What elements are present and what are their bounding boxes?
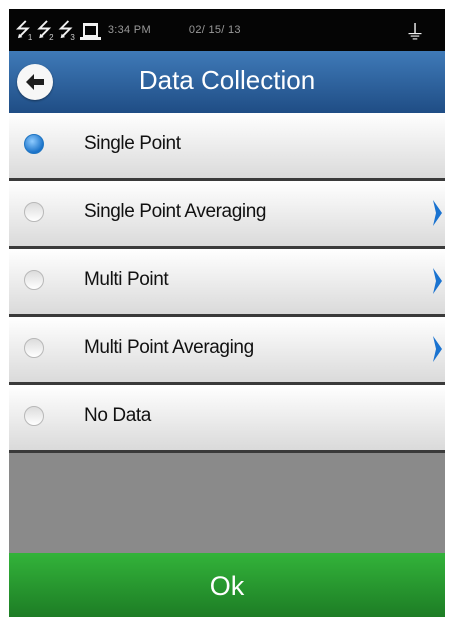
radio-button[interactable]: [24, 406, 44, 426]
ok-label: Ok: [209, 571, 245, 601]
option-list: Single Point Single Point Averaging Mult…: [9, 113, 445, 453]
probe-icon: ⏚: [405, 19, 425, 44]
radio-button[interactable]: [24, 338, 44, 358]
radio-button[interactable]: [24, 270, 44, 290]
status-date: 02/ 15/ 13: [188, 24, 241, 36]
option-label: No Data: [84, 405, 151, 426]
usb-icon: ⭍ 3: [57, 18, 75, 42]
printer-icon: [79, 23, 101, 40]
radio-button[interactable]: [24, 202, 44, 222]
option-no-data[interactable]: No Data: [9, 385, 445, 453]
usb-icon: ⭍ 2: [36, 18, 54, 42]
option-label: Single Point: [84, 133, 181, 154]
option-single-point[interactable]: Single Point: [9, 113, 445, 181]
chevron-right-icon[interactable]: [431, 335, 443, 363]
ok-button[interactable]: Ok: [9, 553, 445, 617]
option-label: Multi Point Averaging: [84, 337, 254, 358]
status-bar: ⭍ 1 ⭍ 2 ⭍ 3 3:34 PM 02/ 15/ 13 ⏚: [9, 9, 445, 51]
option-multi-point[interactable]: Multi Point: [9, 249, 445, 317]
radio-button-selected[interactable]: [24, 134, 44, 154]
chevron-right-icon[interactable]: [431, 199, 443, 227]
option-label: Multi Point: [84, 269, 169, 290]
usb-icon: ⭍ 1: [15, 18, 33, 42]
device-screen: ⭍ 1 ⭍ 2 ⭍ 3 3:34 PM 02/ 15/ 13 ⏚ Data Colle…: [9, 9, 445, 617]
option-label: Single Point Averaging: [84, 201, 267, 222]
title-bar: Data Collection: [9, 51, 445, 113]
page-title: Data Collection: [138, 65, 316, 95]
option-single-point-averaging[interactable]: Single Point Averaging: [9, 181, 445, 249]
status-time: 3:34 PM: [107, 24, 151, 36]
chevron-right-icon[interactable]: [431, 267, 443, 295]
option-multi-point-averaging[interactable]: Multi Point Averaging: [9, 317, 445, 385]
